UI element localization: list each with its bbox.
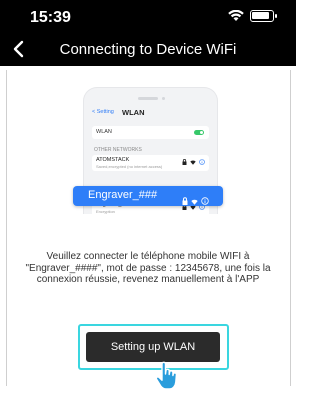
network-icons	[182, 159, 205, 165]
wlan-toggle-icon	[194, 130, 204, 135]
highlighted-network-row: Engraver_###	[73, 186, 223, 206]
lock-icon	[182, 192, 188, 210]
page-title: Connecting to Device WiFi	[59, 41, 237, 58]
wifi-signal-icon	[190, 160, 196, 165]
illustration-wlan-label: WLAN	[96, 129, 112, 135]
phone-camera	[162, 97, 165, 100]
app-header: 15:39 Connecting to Device WiFi	[0, 0, 296, 66]
network-subtitle: Encryption	[96, 209, 115, 214]
illustration-nav: < Setting WLAN	[92, 108, 209, 120]
network-icons	[182, 192, 209, 210]
setting-up-wlan-button[interactable]: Setting up WLAN	[86, 332, 220, 362]
phone-speaker	[138, 97, 158, 100]
info-icon	[199, 159, 205, 165]
lock-icon	[182, 159, 187, 165]
highlighted-network-name: Engraver_###	[88, 189, 158, 201]
illustration-back-label: < Setting	[92, 109, 114, 115]
illustration-section-label: OTHER NETWORKS	[94, 147, 142, 153]
wifi-signal-icon	[191, 192, 198, 210]
wifi-icon	[228, 10, 244, 21]
illustration-wlan-row: WLAN	[92, 126, 209, 139]
pointing-hand-icon	[155, 361, 178, 390]
illustration-title: WLAN	[122, 108, 145, 117]
status-time: 15:39	[30, 9, 71, 26]
info-icon	[201, 192, 209, 210]
instruction-text: Veuillez connecter le téléphone mobile W…	[25, 251, 271, 286]
network-name: ATOMSTACK	[96, 157, 130, 163]
illustration-network-row: ATOMSTACK Saved,encrypted (no internet a…	[92, 155, 209, 171]
status-icons	[228, 10, 277, 22]
network-subtitle: Saved,encrypted (no internet access)	[96, 164, 163, 169]
battery-icon	[250, 10, 277, 22]
